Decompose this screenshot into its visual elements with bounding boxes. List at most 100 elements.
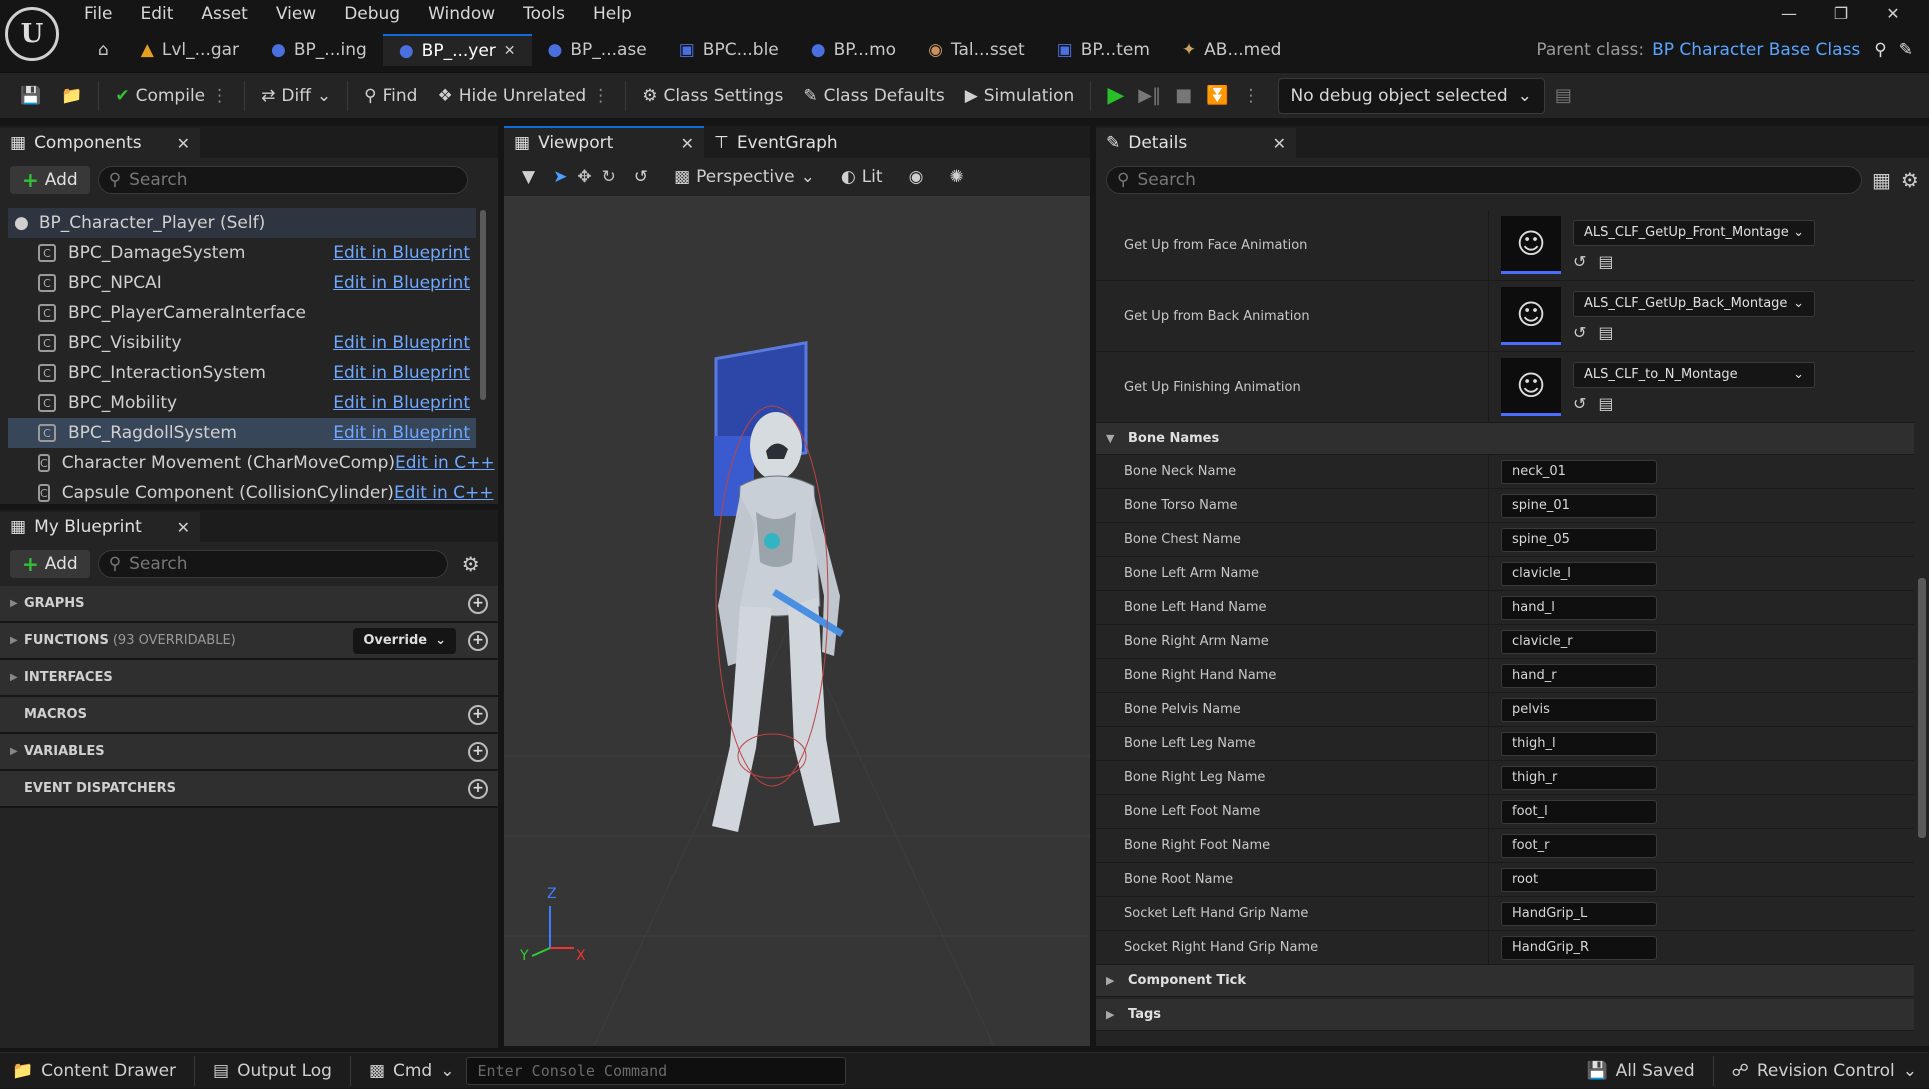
tree-item[interactable]: C BPC_Mobility Edit in Blueprint: [8, 388, 476, 418]
output-log-button[interactable]: ▤ Output Log: [201, 1053, 344, 1089]
tab-document[interactable]: ● BP_...yer ✕: [382, 34, 532, 66]
bone-name-field[interactable]: hand_r: [1501, 663, 1657, 688]
expand-arrow-icon[interactable]: ▶: [10, 672, 24, 683]
bone-name-field[interactable]: spine_01: [1501, 493, 1657, 518]
lit-button[interactable]: ◐ Lit: [832, 163, 891, 191]
rotate-tool-icon[interactable]: ↻: [602, 167, 616, 187]
show-button[interactable]: ◉: [900, 163, 932, 191]
details-search-input[interactable]: ⚲ Search: [1106, 166, 1862, 194]
menu-view[interactable]: View: [262, 0, 330, 28]
menu-tools[interactable]: Tools: [509, 0, 579, 28]
menu-file[interactable]: File: [70, 0, 126, 28]
tab-document[interactable]: ● BP...mo: [795, 34, 912, 66]
expand-arrow-icon[interactable]: ▶: [1106, 974, 1128, 987]
more-options-icon[interactable]: ⋮: [211, 86, 228, 106]
section-event-dispatchers[interactable]: EVENT DISPATCHERS +: [0, 771, 498, 808]
animation-thumbnail-icon[interactable]: ☺: [1501, 358, 1561, 416]
minimize-icon[interactable]: —: [1763, 0, 1815, 28]
edit-link[interactable]: Edit in C++: [394, 483, 494, 503]
more-options-icon[interactable]: ⋮: [1243, 86, 1260, 106]
section-interfaces[interactable]: ▶ INTERFACES: [0, 660, 498, 697]
viewport-options-button[interactable]: ▼: [514, 163, 544, 191]
cmd-button[interactable]: ▩ Cmd ⌄: [357, 1053, 467, 1089]
components-scrollbar[interactable]: [480, 210, 486, 400]
tree-item[interactable]: C BPC_InteractionSystem Edit in Blueprint: [8, 358, 476, 388]
tree-item[interactable]: C BPC_Visibility Edit in Blueprint: [8, 328, 476, 358]
menu-debug[interactable]: Debug: [330, 0, 414, 28]
realtime-button[interactable]: ✺: [941, 163, 972, 191]
bone-name-field[interactable]: foot_r: [1501, 833, 1657, 858]
expand-arrow-icon[interactable]: ▶: [10, 598, 24, 609]
hide-unrelated-button[interactable]: ❖ Hide Unrelated ⋮: [427, 73, 619, 119]
debug-object-select[interactable]: No debug object selected ⌄: [1277, 77, 1545, 114]
tree-item[interactable]: C BPC_DamageSystem Edit in Blueprint: [8, 238, 476, 268]
tab-my-blueprint[interactable]: ▦ My Blueprint ✕: [0, 510, 200, 542]
more-options-icon[interactable]: ⋮: [592, 86, 609, 106]
asset-picker-dropdown[interactable]: ALS_CLF_to_N_Montage ⌄: [1573, 361, 1815, 388]
tab-viewport[interactable]: ▦ Viewport ✕: [504, 126, 704, 158]
expand-arrow-icon[interactable]: ▶: [10, 635, 24, 646]
reset-arrow-icon[interactable]: ↺: [1573, 323, 1586, 342]
tree-item[interactable]: C BPC_PlayerCameraInterface: [8, 298, 476, 328]
edit-pencil-icon[interactable]: ✎: [1899, 40, 1913, 60]
viewport-scene[interactable]: Z Y X: [504, 196, 1090, 1046]
tab-components[interactable]: ▦ Components ✕: [0, 126, 200, 158]
override-dropdown[interactable]: Override ⌄: [353, 627, 456, 654]
close-icon[interactable]: ✕: [1867, 0, 1919, 28]
tree-root-item[interactable]: ● BP_Character_Player (Self): [8, 208, 476, 238]
add-circle-icon[interactable]: +: [468, 704, 488, 725]
table-view-icon[interactable]: ▦: [1872, 168, 1891, 192]
reset-arrow-icon[interactable]: ↺: [1573, 252, 1586, 271]
section-functions[interactable]: ▶ FUNCTIONS (93 OVERRIDABLE) Override ⌄ +: [0, 623, 498, 660]
edit-link[interactable]: Edit in Blueprint: [333, 423, 470, 443]
close-icon[interactable]: ✕: [504, 43, 516, 59]
content-drawer-button[interactable]: 📁 Content Drawer: [0, 1053, 188, 1089]
category-component-tick[interactable]: ▶ Component Tick: [1096, 965, 1914, 997]
tab-details[interactable]: ✎ Details ✕: [1096, 126, 1296, 158]
bone-name-field[interactable]: thigh_r: [1501, 765, 1657, 790]
bone-name-field[interactable]: neck_01: [1501, 459, 1657, 484]
revision-control-button[interactable]: ☍ Revision Control ⌄: [1720, 1053, 1929, 1089]
asset-picker-dropdown[interactable]: ALS_CLF_GetUp_Back_Montage ⌄: [1573, 290, 1815, 317]
select-tool-icon[interactable]: ➤: [553, 167, 567, 187]
bone-name-field[interactable]: HandGrip_L: [1501, 901, 1657, 926]
browse-folder-icon[interactable]: ▤: [1598, 252, 1613, 271]
restore-icon[interactable]: ❐: [1815, 0, 1867, 28]
section-macros[interactable]: MACROS +: [0, 697, 498, 734]
home-tab[interactable]: ⌂: [82, 34, 125, 66]
play-icon[interactable]: ▶: [1107, 83, 1124, 108]
edit-link[interactable]: Edit in Blueprint: [333, 273, 470, 293]
diff-button[interactable]: ⇄ Diff ⌄: [251, 73, 341, 119]
save-button[interactable]: 💾: [0, 73, 51, 119]
class-settings-button[interactable]: ⚙ Class Settings: [632, 73, 793, 119]
browse-folder-icon[interactable]: ▤: [1598, 323, 1613, 342]
class-defaults-button[interactable]: ✎ Class Defaults: [793, 73, 954, 119]
move-tool-icon[interactable]: ✥: [577, 167, 591, 187]
close-icon[interactable]: ✕: [1273, 134, 1286, 153]
tab-eventgraph[interactable]: ⊤ EventGraph: [704, 126, 874, 158]
edit-link[interactable]: Edit in Blueprint: [333, 363, 470, 383]
bone-name-field[interactable]: spine_05: [1501, 527, 1657, 552]
bone-name-field[interactable]: foot_l: [1501, 799, 1657, 824]
expand-arrow-icon[interactable]: ▶: [1106, 1008, 1128, 1021]
search-icon[interactable]: ⚲: [1874, 40, 1886, 60]
bone-name-field[interactable]: hand_l: [1501, 595, 1657, 620]
add-circle-icon[interactable]: +: [468, 630, 488, 651]
edit-link[interactable]: Edit in Blueprint: [333, 393, 470, 413]
tab-document[interactable]: ◉ Tal...sset: [912, 34, 1041, 66]
add-circle-icon[interactable]: +: [468, 741, 488, 762]
tree-item[interactable]: C BPC_RagdollSystem Edit in Blueprint: [8, 418, 476, 448]
parent-class-link[interactable]: BP Character Base Class: [1652, 40, 1860, 60]
console-command-input[interactable]: Enter Console Command: [466, 1056, 847, 1085]
step-icon[interactable]: ▶‖: [1138, 85, 1161, 106]
bone-name-field[interactable]: pelvis: [1501, 697, 1657, 722]
tree-item[interactable]: C Character Movement (CharMoveComp) Edit i…: [8, 448, 495, 478]
components-search-input[interactable]: ⚲ Search: [97, 166, 468, 194]
tab-document[interactable]: ▲ Lvl_...gar: [125, 34, 255, 66]
eject-icon[interactable]: ⏬: [1206, 85, 1228, 106]
expand-arrow-icon[interactable]: ▶: [10, 746, 24, 757]
find-button[interactable]: ⚲ Find: [354, 73, 427, 119]
bone-name-field[interactable]: root: [1501, 867, 1657, 892]
debug-filter-button[interactable]: ▤: [1545, 73, 1582, 119]
edit-link[interactable]: Edit in C++: [395, 453, 495, 473]
